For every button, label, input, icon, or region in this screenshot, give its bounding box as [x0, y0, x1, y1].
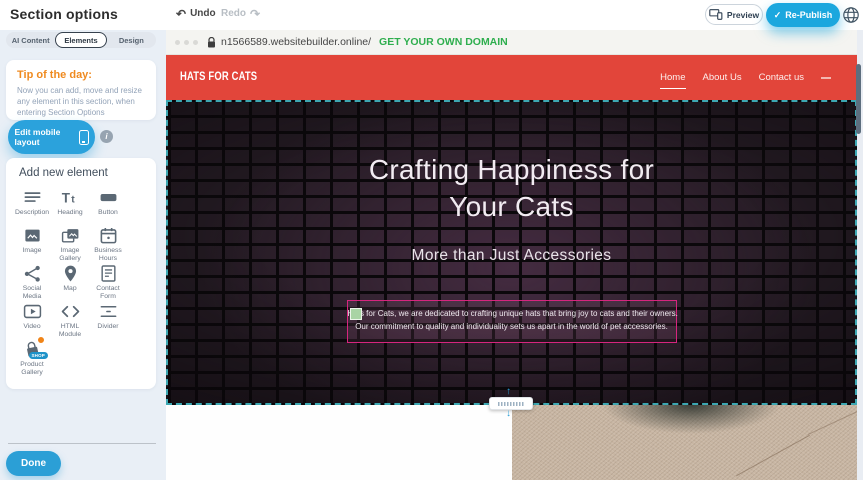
- sidebar: AI Content Elements Design Tip of the da…: [0, 30, 166, 480]
- map-pin-icon: [61, 264, 80, 283]
- element-description[interactable]: Description: [13, 188, 51, 226]
- business-hours-icon: [99, 226, 118, 245]
- svg-text:t: t: [71, 194, 75, 205]
- element-image-gallery[interactable]: Image Gallery: [51, 226, 89, 264]
- hero-subheading[interactable]: More than Just Accessories: [412, 247, 612, 265]
- republish-label: Re-Publish: [785, 10, 832, 20]
- element-product-gallery[interactable]: SHOP Product Gallery: [13, 340, 51, 378]
- sidebar-tabs: AI Content Elements Design: [6, 32, 156, 48]
- resize-grip-dots: [498, 402, 525, 406]
- edit-mobile-label: Edit mobile layout: [15, 127, 73, 147]
- undo-icon: ↶: [176, 9, 186, 19]
- element-drag-handle[interactable]: [350, 308, 362, 320]
- element-contact-form[interactable]: Contact Form: [89, 264, 127, 302]
- republish-button[interactable]: ✓ Re-Publish: [766, 3, 840, 27]
- element-image[interactable]: Image: [13, 226, 51, 264]
- tab-design[interactable]: Design: [107, 32, 156, 48]
- element-map[interactable]: Map: [51, 264, 89, 302]
- element-grid: Description T t Heading Button Image: [13, 188, 156, 378]
- resize-arrow-down-icon: ↓: [506, 409, 511, 419]
- browser-dot: [184, 40, 189, 45]
- add-element-panel: Add new element Description T t Heading …: [6, 158, 156, 389]
- tab-elements[interactable]: Elements: [55, 32, 106, 48]
- heading-icon: T t: [61, 188, 80, 207]
- nav-more-icon[interactable]: [821, 77, 831, 79]
- hero-section[interactable]: Crafting Happiness for Your Cats More th…: [166, 100, 857, 405]
- contact-form-icon: [99, 264, 118, 283]
- section-resize-handle[interactable]: [489, 397, 533, 410]
- globe-icon: [842, 6, 860, 24]
- social-media-icon: [23, 264, 42, 283]
- hero-body-line: Hats for Cats, we are dedicated to craft…: [348, 308, 676, 321]
- preview-devices-icon: [709, 9, 723, 20]
- new-feature-badge-icon: [37, 336, 45, 344]
- site-logo[interactable]: HATS FOR CATS: [180, 71, 257, 83]
- browser-dot: [175, 40, 180, 45]
- nav-contact-us[interactable]: Contact us: [759, 72, 804, 83]
- browser-address-bar: n1566589.websitebuilder.online/ GET YOUR…: [166, 30, 857, 55]
- video-icon: [23, 302, 42, 321]
- next-section-image: [512, 405, 857, 480]
- top-toolbar: Section options ↶ Undo Redo ↷ Preview ✓ …: [0, 0, 863, 30]
- get-own-domain-link[interactable]: GET YOUR OWN DOMAIN: [379, 36, 508, 48]
- done-button[interactable]: Done: [6, 451, 61, 476]
- image-gallery-icon: [61, 226, 80, 245]
- nav-about-us[interactable]: About Us: [703, 72, 742, 83]
- preview-label: Preview: [727, 10, 759, 20]
- tab-ai-content[interactable]: AI Content: [6, 32, 55, 48]
- language-globe-button[interactable]: [841, 5, 861, 25]
- element-html-module[interactable]: HTML Module: [51, 302, 89, 340]
- check-icon: ✓: [774, 10, 782, 21]
- scrollbar-thumb[interactable]: [856, 64, 861, 134]
- element-button[interactable]: Button: [89, 188, 127, 226]
- shop-badge: SHOP: [29, 352, 48, 359]
- site-nav: Home About Us Contact us: [660, 55, 831, 100]
- nav-home[interactable]: Home: [660, 72, 685, 89]
- preview-button[interactable]: Preview: [705, 4, 763, 25]
- carpet-seam: [736, 435, 810, 477]
- browser-dot: [193, 40, 198, 45]
- sidebar-divider: [8, 443, 156, 444]
- description-icon: [23, 188, 42, 207]
- add-element-title: Add new element: [19, 167, 156, 179]
- edit-mobile-layout-button[interactable]: Edit mobile layout: [8, 120, 95, 154]
- image-icon: [23, 226, 42, 245]
- button-icon: [99, 188, 118, 207]
- divider-icon: [99, 302, 118, 321]
- tip-title: Tip of the day:: [17, 69, 145, 81]
- site-header: HATS FOR CATS Home About Us Contact us: [166, 55, 857, 100]
- element-video[interactable]: Video: [13, 302, 51, 340]
- redo-button[interactable]: Redo ↷: [221, 8, 260, 19]
- site-url: n1566589.websitebuilder.online/: [221, 36, 371, 48]
- next-section-background: [166, 405, 512, 480]
- hero-body-line: Our commitment to quality and individual…: [348, 321, 676, 334]
- element-business-hours[interactable]: Business Hours: [89, 226, 127, 264]
- ssl-lock-icon: [207, 37, 216, 48]
- html-code-icon: [61, 302, 80, 321]
- mobile-phone-icon: [79, 130, 89, 145]
- element-social-media[interactable]: Social Media: [13, 264, 51, 302]
- resize-arrow-up-icon: ↑: [506, 387, 511, 397]
- page-title: Section options: [10, 6, 118, 22]
- carpet-seam: [808, 408, 857, 435]
- svg-text:T: T: [61, 190, 70, 205]
- redo-label: Redo: [221, 8, 246, 19]
- element-heading[interactable]: T t Heading: [51, 188, 89, 226]
- tip-of-the-day-card: Tip of the day: Now you can add, move an…: [6, 60, 156, 120]
- hero-heading[interactable]: Crafting Happiness for Your Cats: [339, 152, 684, 226]
- redo-icon: ↷: [250, 9, 260, 19]
- info-icon[interactable]: i: [100, 130, 113, 143]
- tip-body: Now you can add, move and resize any ele…: [17, 85, 145, 119]
- undo-label: Undo: [190, 8, 216, 19]
- element-divider[interactable]: Divider: [89, 302, 127, 340]
- undo-button[interactable]: ↶ Undo: [176, 8, 216, 19]
- hero-text-element-selected[interactable]: Hats for Cats, we are dedicated to craft…: [347, 300, 677, 343]
